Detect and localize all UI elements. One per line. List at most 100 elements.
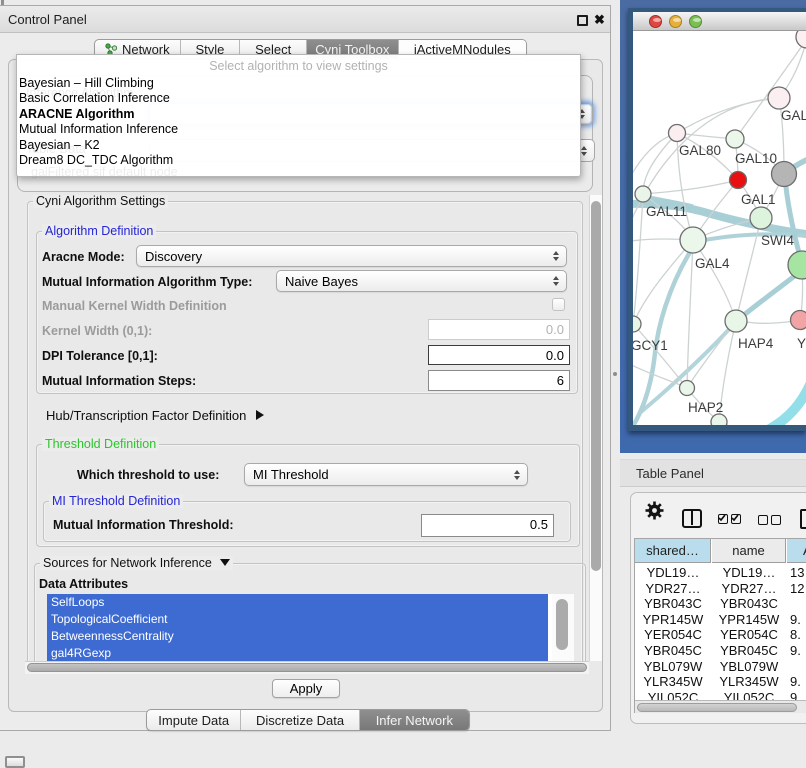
network-node[interactable]: [633, 316, 641, 332]
table-cell[interactable]: YBL079W: [712, 659, 786, 674]
deselect-all-icon2[interactable]: [771, 515, 781, 525]
network-node[interactable]: [788, 251, 806, 279]
sources-title-wrap[interactable]: Sources for Network Inference: [40, 556, 233, 570]
close-traffic-light[interactable]: [649, 15, 662, 28]
control-panel-titlebar[interactable]: Control Panel ✖: [0, 6, 610, 33]
table-horizontal-scrollbar[interactable]: [635, 700, 806, 713]
split-pane-handle[interactable]: [613, 372, 617, 376]
network-node[interactable]: [791, 311, 806, 330]
tab-discretize-data[interactable]: Discretize Data: [241, 710, 359, 730]
attribute-item[interactable]: BetweennessCentrality: [47, 628, 548, 645]
network-node[interactable]: [750, 207, 772, 229]
table-cell[interactable]: 9.: [790, 612, 806, 627]
table-cell[interactable]: 9.: [790, 643, 806, 658]
table-cell[interactable]: YLR345W: [635, 674, 711, 689]
table-cell[interactable]: YBR045C: [635, 643, 711, 658]
network-node[interactable]: [635, 186, 651, 202]
table-cell[interactable]: YER054C: [712, 627, 786, 642]
manual-kernel-width-checkbox[interactable]: [552, 298, 565, 311]
table-cell[interactable]: YBL079W: [635, 659, 711, 674]
hub-definition-toggle[interactable]: Hub/Transcription Factor Definition: [46, 408, 264, 423]
node-label: SWI4: [761, 233, 794, 248]
bottom-left-button[interactable]: [5, 756, 25, 768]
algorithm-option[interactable]: Mutual Information Inference: [19, 122, 579, 137]
aracne-mode-value: Discovery: [145, 249, 202, 264]
mi-threshold-field[interactable]: 0.5: [421, 514, 554, 537]
settings-horizontal-thumb[interactable]: [27, 663, 587, 672]
table-cell[interactable]: YDR27…: [712, 581, 786, 596]
gear-icon[interactable]: [645, 501, 664, 525]
table-cell[interactable]: 9.: [790, 674, 806, 689]
select-all-icon2[interactable]: [731, 514, 741, 524]
mi-algorithm-type-combobox[interactable]: Naive Bayes: [276, 270, 567, 292]
table-cell[interactable]: YDR27…: [635, 581, 711, 596]
table-cell[interactable]: 12: [790, 581, 806, 596]
split-view-icon[interactable]: [682, 509, 702, 528]
network-edge[interactable]: [633, 361, 687, 388]
network-edge[interactable]: [766, 378, 806, 425]
network-edge[interactable]: [693, 240, 736, 321]
dpi-tolerance-field[interactable]: 0.0: [428, 345, 570, 365]
aracne-mode-combobox[interactable]: Discovery: [136, 245, 567, 267]
table-cell[interactable]: 13: [790, 565, 806, 580]
kernel-width-field[interactable]: 0.0: [428, 319, 570, 340]
node-label: GAL: [781, 108, 806, 123]
column-header-name[interactable]: name: [712, 539, 786, 563]
mi-steps-field[interactable]: 6: [428, 370, 570, 391]
select-all-icon[interactable]: [718, 514, 728, 524]
table-cell[interactable]: YBR045C: [712, 643, 786, 658]
network-node[interactable]: [680, 227, 706, 253]
table-cell[interactable]: YIL052C: [712, 690, 786, 700]
algorithm-option[interactable]: Bayesian – K2: [19, 138, 579, 153]
table-cell[interactable]: YIL052C: [635, 690, 711, 700]
attribute-item[interactable]: SelfLoops: [47, 594, 548, 611]
table-cell[interactable]: YPR145W: [635, 612, 711, 627]
table-cell[interactable]: 9.: [790, 690, 806, 700]
table-cell[interactable]: YPR145W: [712, 612, 786, 627]
table-cell[interactable]: YDL19…: [712, 565, 786, 580]
table-cell[interactable]: YBR043C: [712, 596, 786, 611]
minimize-traffic-light[interactable]: [669, 15, 682, 28]
network-node[interactable]: [669, 125, 686, 142]
table-cell[interactable]: YER054C: [635, 627, 711, 642]
column-header-third[interactable]: A: [787, 539, 806, 563]
document-icon[interactable]: [800, 509, 806, 529]
network-edge[interactable]: [735, 39, 806, 139]
tab-infer-network[interactable]: Infer Network: [360, 710, 469, 730]
zoom-traffic-light[interactable]: [689, 15, 702, 28]
network-node[interactable]: [725, 310, 747, 332]
deselect-all-icon[interactable]: [758, 515, 768, 525]
network-edge[interactable]: [677, 98, 779, 133]
network-window-titlebar[interactable]: [633, 12, 806, 31]
table-cell[interactable]: YDL19…: [635, 565, 711, 580]
attribute-item[interactable]: TopologicalCoefficient: [47, 611, 548, 628]
network-graph: GALGAL80GAL10GAL1GAL11GAL4SWI4GCY1HAP4YH…: [633, 31, 806, 425]
algorithm-option[interactable]: ARACNE Algorithm: [19, 107, 579, 122]
table-cell[interactable]: 8.: [790, 627, 806, 642]
attribute-item[interactable]: gal4RGexp: [47, 645, 548, 661]
close-icon[interactable]: ✖: [594, 12, 605, 28]
settings-vertical-thumb[interactable]: [591, 201, 601, 571]
apply-button[interactable]: Apply: [272, 679, 340, 698]
algorithm-definition-title: Algorithm Definition: [42, 224, 156, 238]
column-header-shared-name[interactable]: shared…: [635, 539, 711, 563]
which-threshold-combobox[interactable]: MI Threshold: [244, 463, 528, 486]
table-cell[interactable]: YBR043C: [635, 596, 711, 611]
table-cell[interactable]: YLR345W: [712, 674, 786, 689]
network-canvas[interactable]: GALGAL80GAL10GAL1GAL11GAL4SWI4GCY1HAP4YH…: [633, 31, 806, 425]
network-node[interactable]: [768, 87, 790, 109]
network-node[interactable]: [711, 414, 727, 425]
network-node[interactable]: [730, 172, 747, 189]
network-node[interactable]: [796, 31, 806, 48]
network-node[interactable]: [772, 162, 797, 187]
network-edge[interactable]: [738, 271, 801, 320]
network-node[interactable]: [680, 381, 695, 396]
data-attributes-list[interactable]: SelfLoopsTopologicalCoefficientBetweenne…: [47, 594, 574, 661]
tab-impute-data[interactable]: Impute Data: [147, 710, 241, 730]
list-scrollbar[interactable]: [552, 594, 574, 661]
network-edge[interactable]: [643, 180, 738, 194]
network-node[interactable]: [726, 130, 744, 148]
float-window-icon[interactable]: [577, 15, 588, 26]
table-horizontal-thumb[interactable]: [637, 703, 797, 712]
list-scrollbar-thumb[interactable]: [556, 599, 568, 650]
